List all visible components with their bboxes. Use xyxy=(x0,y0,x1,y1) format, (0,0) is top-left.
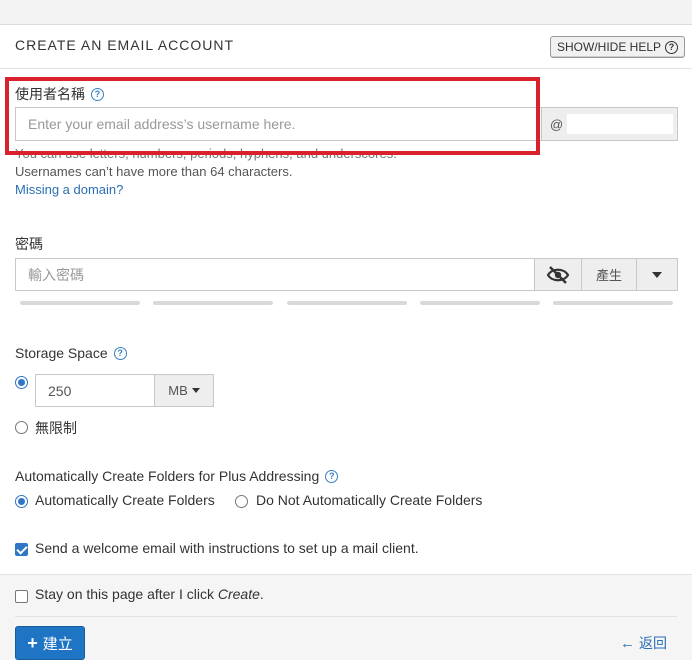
form-footer: Stay on this page after I click Create. … xyxy=(0,574,692,660)
generate-password-button[interactable]: 產生 xyxy=(581,258,637,291)
create-button[interactable]: + 建立 xyxy=(15,626,85,660)
storage-label-row: Storage Space ? xyxy=(15,345,127,361)
create-button-label: 建立 xyxy=(42,635,73,653)
username-help-icon[interactable]: ? xyxy=(91,87,104,101)
show-hide-help-label: SHOW/HIDE HELP xyxy=(557,40,662,54)
storage-unlimited-radio[interactable] xyxy=(15,421,28,434)
caret-down-icon xyxy=(652,271,662,278)
footer-divider xyxy=(15,616,677,617)
missing-domain-link[interactable]: Missing a domain? xyxy=(15,182,123,197)
plus-icon: + xyxy=(27,633,38,653)
stay-on-page-label: Stay on this page after I click Create. xyxy=(35,586,264,602)
no-auto-create-folders-label: Do Not Automatically Create Folders xyxy=(256,492,483,508)
username-input[interactable]: Enter your email address’s username here… xyxy=(15,107,542,141)
stay-on-page-prefix: Stay on this page after I click xyxy=(35,586,218,602)
back-link[interactable]: ← 返回 xyxy=(620,633,667,653)
password-strength-segment xyxy=(553,301,673,305)
panel-header: CREATE AN EMAIL ACCOUNT SHOW/HIDE HELP ? xyxy=(0,25,692,69)
question-circle-icon: ? xyxy=(665,40,679,54)
stay-on-page-checkbox[interactable] xyxy=(15,590,28,603)
password-strength-segment xyxy=(20,301,140,305)
welcome-email-label: Send a welcome email with instructions t… xyxy=(35,540,419,556)
domain-value-redacted xyxy=(567,114,674,134)
password-input[interactable]: 輸入密碼 xyxy=(15,258,535,291)
storage-unlimited-label: 無限制 xyxy=(35,420,77,436)
auto-create-folders-radio[interactable] xyxy=(15,495,28,508)
arrow-left-icon: ← xyxy=(620,634,635,652)
storage-label: Storage Space xyxy=(15,345,108,361)
password-label-row: 密碼 xyxy=(15,234,43,254)
auto-create-folders-label: Automatically Create Folders xyxy=(35,492,215,508)
storage-unit-dropdown[interactable]: MB xyxy=(154,374,214,407)
welcome-email-checkbox[interactable] xyxy=(15,543,28,556)
username-help-charset: You can use letters, numbers, periods, h… xyxy=(15,146,397,161)
storage-unit: MB xyxy=(168,383,188,398)
top-strip xyxy=(0,0,692,25)
domain-select[interactable]: @ xyxy=(541,107,678,141)
password-strength-segment xyxy=(420,301,540,305)
no-auto-create-folders-radio[interactable] xyxy=(235,495,248,508)
storage-quota-input[interactable]: 250 xyxy=(35,374,155,407)
password-strength-segment xyxy=(287,301,407,305)
storage-help-icon[interactable]: ? xyxy=(113,346,127,360)
back-link-label: 返回 xyxy=(639,635,667,651)
username-label-row: 使用者名稱 ? xyxy=(15,84,104,104)
storage-quota-value: 250 xyxy=(48,382,72,399)
create-email-panel: CREATE AN EMAIL ACCOUNT SHOW/HIDE HELP ?… xyxy=(0,25,692,660)
stay-on-page-suffix: . xyxy=(259,586,264,602)
password-options-dropdown[interactable] xyxy=(636,258,678,291)
password-label: 密碼 xyxy=(15,236,43,252)
caret-down-icon xyxy=(191,388,200,393)
password-placeholder: 輸入密碼 xyxy=(28,266,84,283)
stay-on-page-emphasis: Create xyxy=(217,586,260,602)
storage-limited-radio[interactable] xyxy=(15,376,28,389)
show-hide-help-button[interactable]: SHOW/HIDE HELP ? xyxy=(550,36,686,58)
password-strength-segment xyxy=(153,301,273,305)
username-placeholder: Enter your email address’s username here… xyxy=(28,116,296,132)
toggle-password-visibility-button[interactable] xyxy=(534,258,582,291)
username-help-length: Usernames can’t have more than 64 charac… xyxy=(15,164,293,179)
plus-addressing-label-row: Automatically Create Folders for Plus Ad… xyxy=(15,468,339,484)
page-title: CREATE AN EMAIL ACCOUNT xyxy=(15,37,235,53)
eye-slash-icon xyxy=(546,265,570,284)
plus-addressing-label: Automatically Create Folders for Plus Ad… xyxy=(15,468,320,484)
username-label: 使用者名稱 xyxy=(15,86,85,102)
at-sign: @ xyxy=(550,116,564,132)
plus-addressing-help-icon[interactable]: ? xyxy=(325,469,339,483)
generate-label: 產生 xyxy=(595,268,622,283)
